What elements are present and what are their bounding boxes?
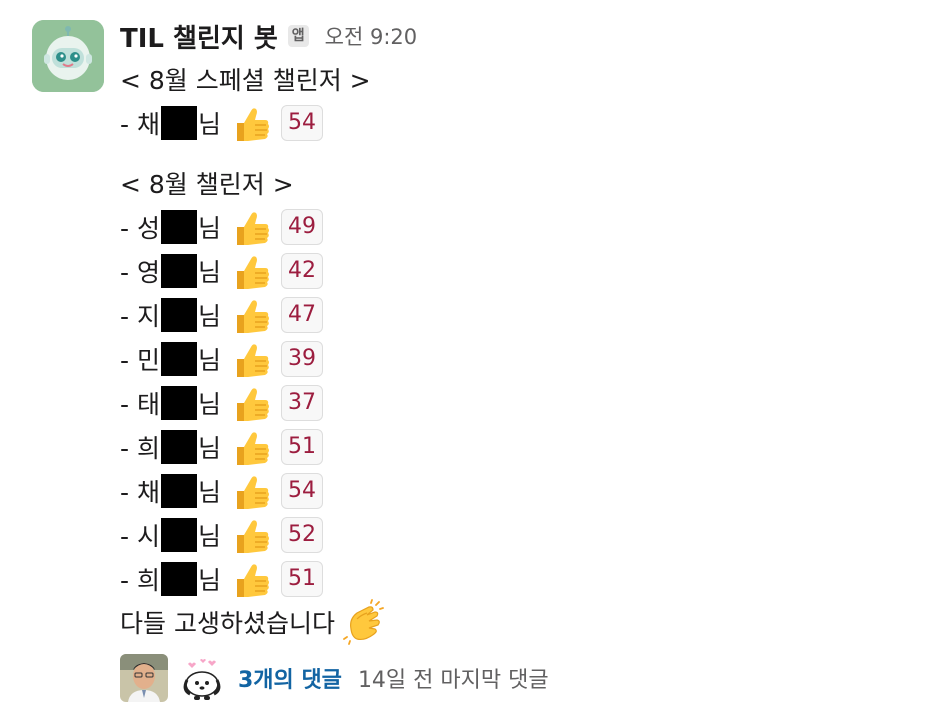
last-reply-time: 14일 전 마지막 댓글 (357, 668, 549, 693)
challenge-count-badge[interactable]: 37 (280, 385, 323, 421)
row-suffix: 님 (197, 566, 221, 595)
row-suffix: 님 (197, 302, 221, 331)
row-suffix: 님 (197, 258, 221, 287)
row-prefix: - 영 (120, 258, 160, 287)
challenger-row: - 시 님 52 (120, 515, 323, 555)
redaction-box (160, 342, 197, 376)
challenger-row: - 영 님 42 (120, 251, 323, 291)
message-header: TIL 챌린지 봇 앱 오전 9:20 (120, 16, 417, 56)
thread-footer[interactable]: 3개의 댓글 14일 전 마지막 댓글 (120, 654, 549, 702)
thumbs-up-icon (236, 388, 269, 421)
row-suffix: 님 (197, 434, 221, 463)
challenger-row: - 지 님 47 (120, 295, 323, 335)
thumbs-up-icon (236, 520, 269, 553)
puppy-avatar (178, 654, 226, 702)
challenge-count-badge[interactable]: 52 (280, 517, 323, 553)
challenger-row: - 성 님 49 (120, 207, 323, 247)
clapping-hands-icon (343, 599, 384, 645)
bot-name[interactable]: TIL 챌린지 봇 (120, 18, 278, 55)
row-prefix: - 시 (120, 522, 160, 551)
row-prefix: - 성 (120, 214, 160, 243)
redaction-box (160, 210, 197, 244)
thumbs-up-icon (236, 256, 269, 289)
challenger-row: - 희 님 51 (120, 559, 323, 599)
row-prefix: - 태 (120, 390, 160, 419)
row-prefix: - 희 (120, 434, 160, 463)
row-prefix: - 채 (120, 478, 160, 507)
challenger-row: - 태 님 37 (120, 383, 323, 423)
redaction-box (160, 298, 197, 332)
special-challenger-row: - 채 님 54 (120, 103, 323, 143)
thumbs-up-icon (236, 476, 269, 509)
redaction-box (160, 474, 197, 508)
row-prefix: - 희 (120, 566, 160, 595)
row-suffix: 님 (197, 390, 221, 419)
row-suffix: 님 (197, 346, 221, 375)
redaction-box (160, 518, 197, 552)
challenge-count-badge[interactable]: 51 (280, 561, 323, 597)
reply-avatar-1[interactable] (120, 654, 168, 702)
app-badge: 앱 (287, 25, 309, 47)
reply-avatar-2[interactable] (178, 654, 226, 702)
challenge-count-badge[interactable]: 51 (280, 429, 323, 465)
robot-avatar-icon (32, 20, 104, 92)
thumbs-up-icon (236, 564, 269, 597)
thumbs-up-icon (236, 108, 269, 141)
row-suffix: 님 (197, 214, 221, 243)
redaction-box (160, 106, 197, 140)
special-challenger-heading: < 8월 스페셜 챌린저 > (120, 66, 371, 95)
challenger-row: - 민 님 39 (120, 339, 323, 379)
row-suffix: 님 (197, 478, 221, 507)
redaction-box (160, 386, 197, 420)
message-timestamp[interactable]: 오전 9:20 (325, 21, 417, 51)
row-prefix: - 채 (120, 110, 160, 139)
challenge-count-badge[interactable]: 54 (280, 473, 323, 509)
thumbs-up-icon (236, 344, 269, 377)
challenge-count-badge[interactable]: 47 (280, 297, 323, 333)
row-suffix: 님 (197, 110, 221, 139)
redaction-box (160, 562, 197, 596)
challenge-count-badge[interactable]: 54 (280, 105, 323, 141)
challenger-row: - 희 님 51 (120, 427, 323, 467)
bot-avatar[interactable] (32, 20, 104, 92)
redaction-box (160, 430, 197, 464)
row-prefix: - 지 (120, 302, 160, 331)
challenge-count-badge[interactable]: 49 (280, 209, 323, 245)
closing-line: 다들 고생하셨습니다 (120, 599, 387, 645)
thumbs-up-icon (236, 432, 269, 465)
thread-replies-link[interactable]: 3개의 댓글 (238, 662, 342, 694)
challenge-count-badge[interactable]: 39 (280, 341, 323, 377)
closing-text: 다들 고생하셨습니다 (120, 609, 335, 638)
user-photo-avatar (120, 654, 168, 702)
regular-challenger-heading: < 8월 챌린저 > (120, 170, 294, 199)
thumbs-up-icon (236, 300, 269, 333)
row-suffix: 님 (197, 522, 221, 551)
thumbs-up-icon (236, 212, 269, 245)
challenger-row: - 채 님 54 (120, 471, 323, 511)
challenge-count-badge[interactable]: 42 (280, 253, 323, 289)
redaction-box (160, 254, 197, 288)
row-prefix: - 민 (120, 346, 160, 375)
